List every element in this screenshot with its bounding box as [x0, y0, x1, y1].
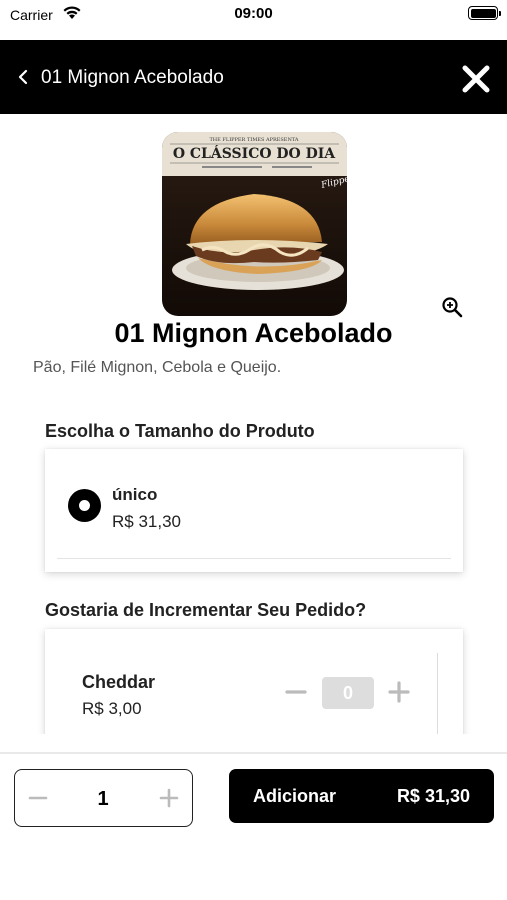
order-footer: 1 Adicionar R$ 31,30	[0, 734, 507, 900]
extra-item-name: Cheddar	[82, 672, 156, 692]
extra-item-card: Cheddar R$ 3,00 0	[45, 629, 463, 734]
zoom-in-icon[interactable]	[441, 296, 463, 318]
size-option-price: R$ 31,30	[112, 512, 181, 531]
extras-section-title: Gostaria de Incrementar Seu Pedido?	[45, 600, 367, 620]
battery-icon	[468, 6, 501, 20]
status-bar: Carrier 09:00	[0, 0, 507, 40]
extra-item-price: R$ 3,00	[82, 699, 142, 718]
svg-text:O CLÁSSICO DO DIA: O CLÁSSICO DO DIA	[173, 144, 336, 162]
status-time: 09:00	[234, 5, 273, 22]
add-button-total: R$ 31,30	[396, 786, 470, 806]
product-name: 01 Mignon Acebolado	[114, 318, 393, 348]
close-icon[interactable]	[460, 63, 492, 95]
quantity-stepper: 1	[14, 769, 193, 827]
plus-icon[interactable]	[158, 787, 180, 809]
divider	[437, 653, 438, 734]
svg-text:THE FLIPPER TIMES APRESENTA: THE FLIPPER TIMES APRESENTA	[209, 137, 298, 143]
product-details: THE FLIPPER TIMES APRESENTA O CLÁSSICO D…	[0, 114, 507, 734]
size-option-card[interactable]: único R$ 31,30	[45, 449, 463, 572]
product-image[interactable]: THE FLIPPER TIMES APRESENTA O CLÁSSICO D…	[162, 132, 347, 316]
radio-selected-icon[interactable]	[68, 489, 101, 522]
add-to-cart-button[interactable]: Adicionar R$ 31,30	[229, 769, 494, 823]
size-section-title: Escolha o Tamanho do Produto	[45, 421, 315, 441]
header-title: 01 Mignon Acebolado	[41, 67, 224, 88]
footer-divider	[0, 752, 507, 754]
minus-icon[interactable]	[285, 681, 307, 703]
plus-icon[interactable]	[387, 680, 411, 704]
size-option-name: único	[112, 485, 158, 504]
chevron-left-icon[interactable]	[14, 66, 34, 88]
divider	[57, 558, 451, 559]
extra-quantity-value: 0	[322, 677, 374, 709]
product-description: Pão, Filé Mignon, Cebola e Queijo.	[33, 359, 282, 376]
modal-header: 01 Mignon Acebolado	[0, 42, 507, 114]
add-button-label: Adicionar	[253, 786, 337, 806]
